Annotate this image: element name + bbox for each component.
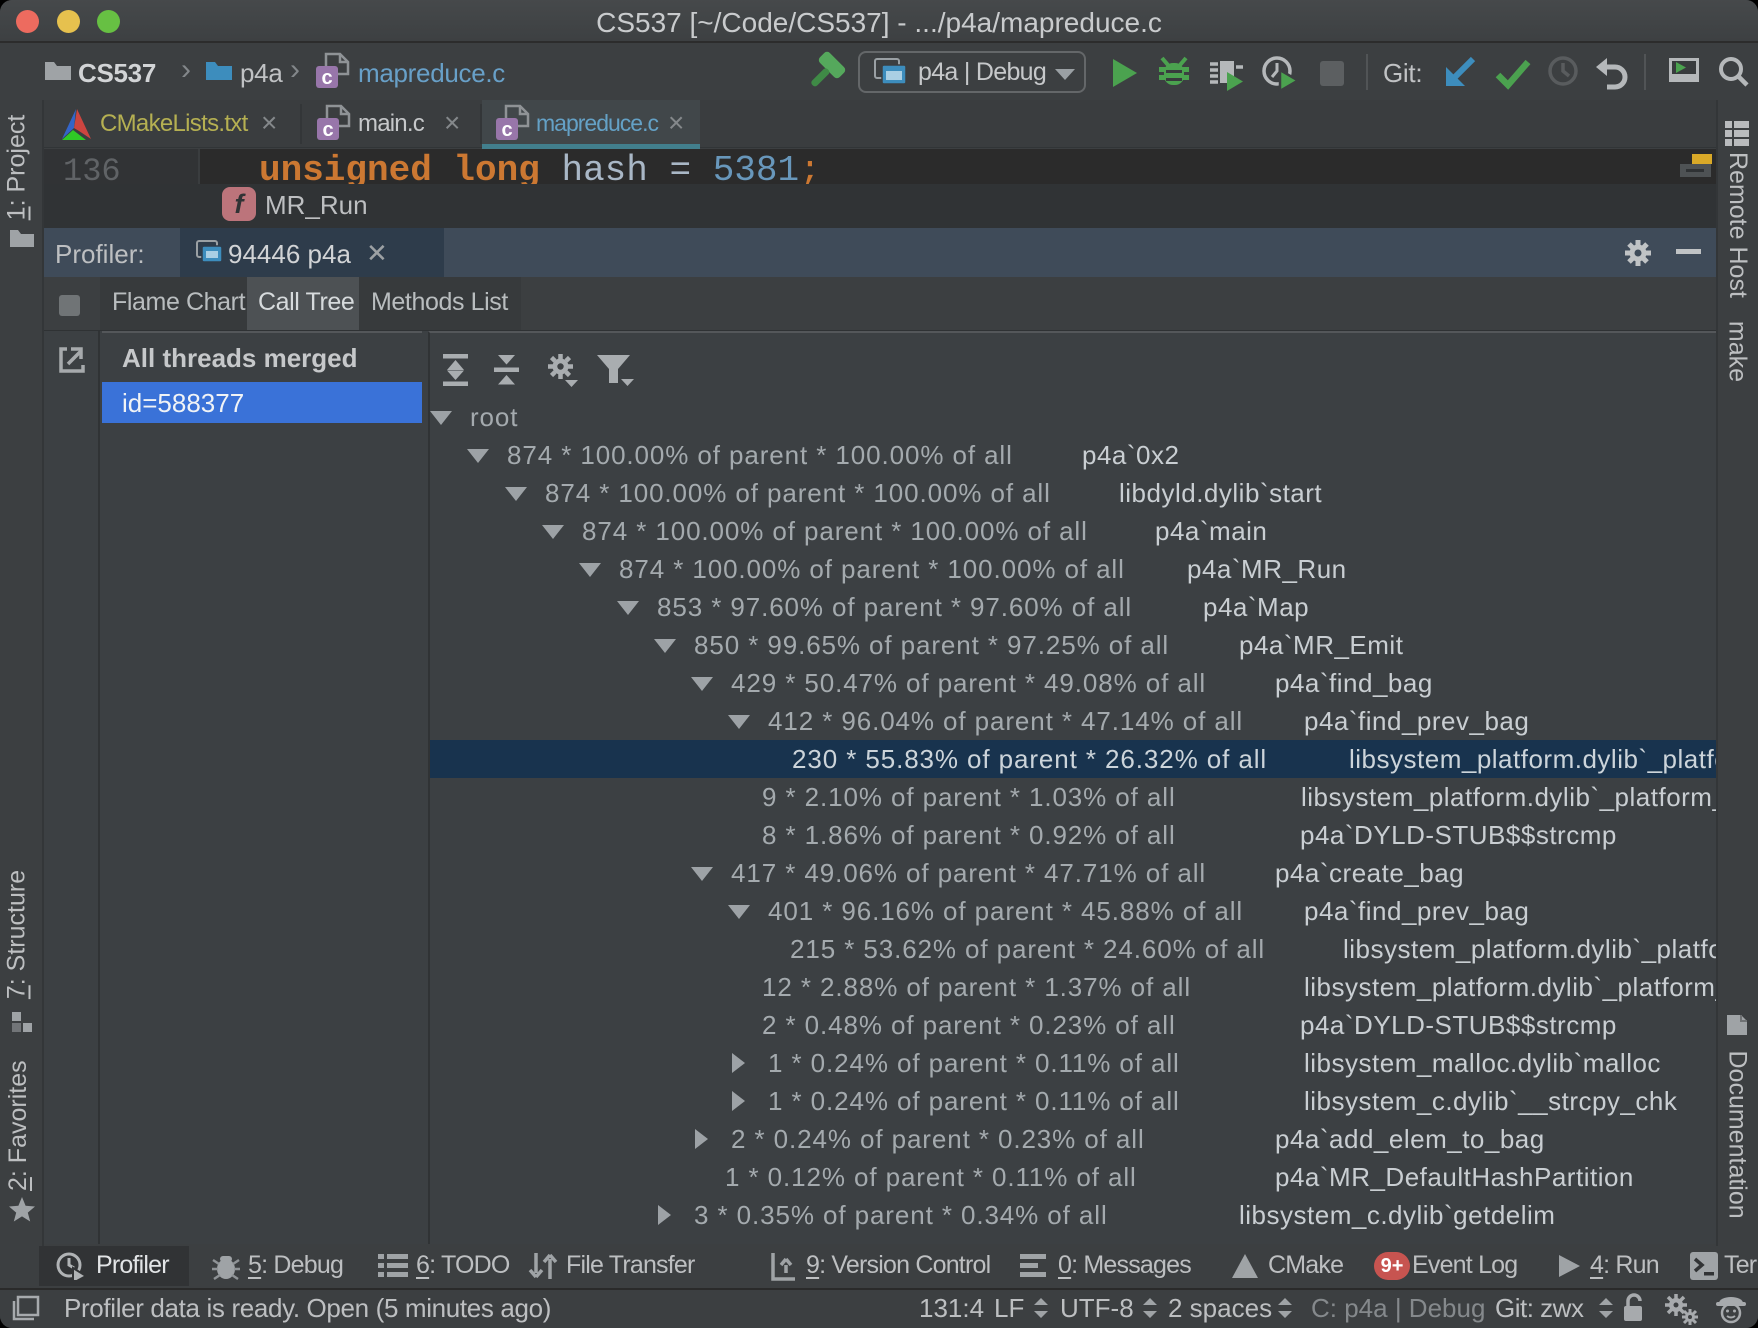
svg-text:c: c [321, 67, 332, 89]
svg-text:c: c [322, 119, 333, 141]
svg-text:c: c [501, 119, 512, 141]
